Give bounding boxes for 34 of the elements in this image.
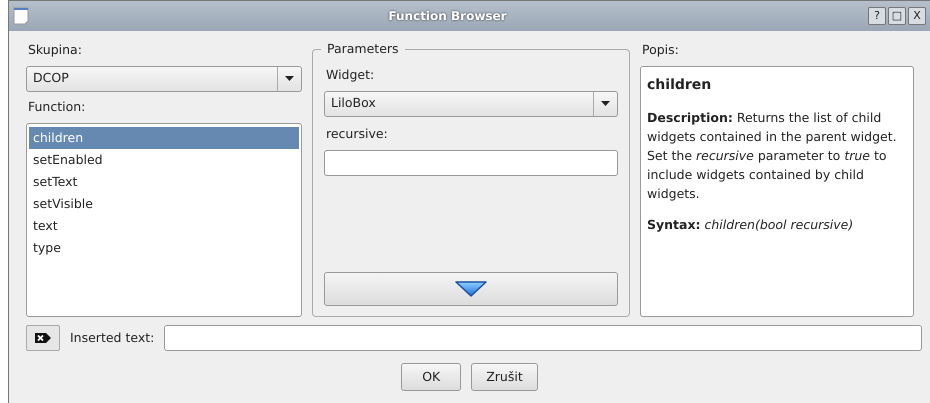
function-item[interactable]: text	[29, 214, 299, 236]
description-text: Syntax: children(bool recursive)	[647, 216, 854, 234]
function-item[interactable]: setEnabled	[29, 148, 299, 170]
dropdown-value: LiloBox	[331, 94, 377, 112]
ok-button[interactable]: OK	[401, 363, 462, 391]
description-heading: children	[647, 76, 712, 94]
function-item[interactable]: type	[29, 236, 299, 258]
input-field[interactable]	[324, 150, 618, 176]
function-item[interactable]: children	[29, 126, 299, 148]
window-icon	[13, 7, 29, 25]
title-bar-button[interactable]: ?	[868, 7, 886, 25]
insert-button[interactable]	[324, 272, 618, 306]
inserted-text-field[interactable]	[164, 325, 922, 351]
field-label: Inserted text:	[70, 328, 154, 347]
field-label: Function:	[28, 98, 86, 116]
field-label: Skupina:	[28, 41, 83, 59]
clear-button[interactable]	[26, 325, 60, 351]
window-title: Function Browser	[387, 8, 508, 25]
description-text: Description: Returns the list of child widgets contained in the parent widget. Set the recursive parameter to true to include widgets contained by child widgets.	[647, 108, 898, 203]
title-bar-button[interactable]: X	[908, 7, 926, 25]
field-label: Widget:	[326, 66, 376, 84]
function-item[interactable]: setVisible	[29, 192, 299, 214]
dropdown-arrow-icon	[285, 76, 294, 82]
clear-icon	[34, 332, 52, 344]
field-label: Popis:	[642, 41, 680, 59]
widget-dropdown[interactable]: LiloBox	[324, 90, 618, 117]
dropdown-arrow-icon	[601, 101, 610, 106]
title-bar-button[interactable]: □	[888, 7, 906, 25]
field-label: recursive:	[326, 124, 389, 143]
function-item[interactable]: setText	[29, 170, 299, 192]
group-dropdown[interactable]: DCOP	[26, 66, 302, 92]
down-triangle-icon	[454, 280, 488, 298]
cancel-button[interactable]: Zrušit	[471, 363, 538, 391]
dropdown-value: DCOP	[33, 69, 70, 88]
